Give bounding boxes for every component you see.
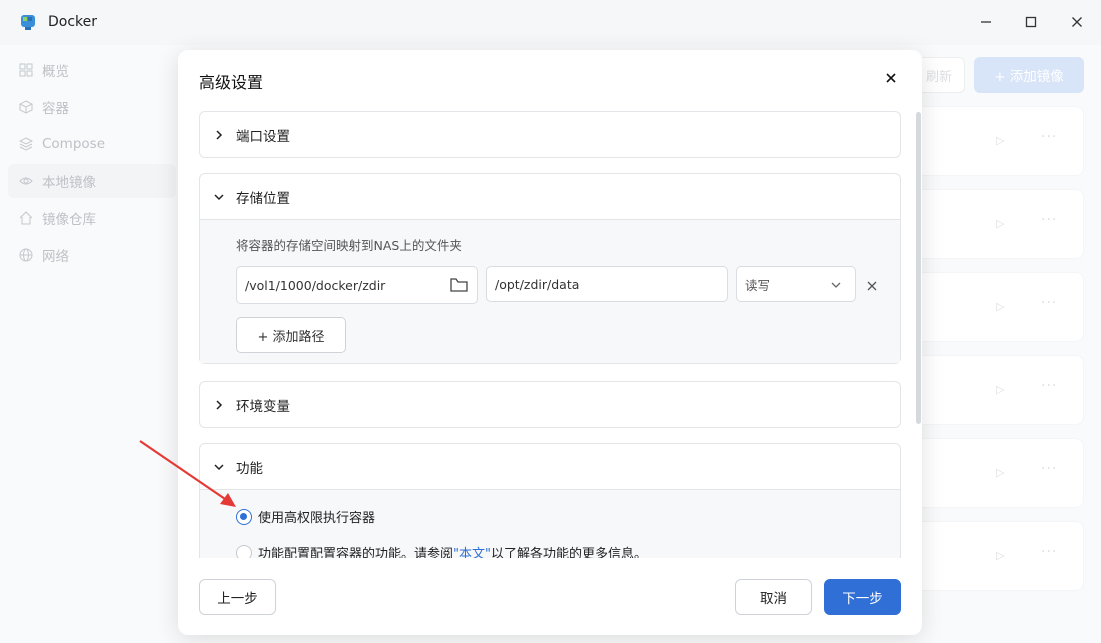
chevron-down-icon bbox=[214, 192, 224, 202]
section-title: 环境变量 bbox=[236, 398, 290, 415]
section-env: 环境变量 bbox=[199, 381, 901, 428]
container-path-value: /opt/zdir/data bbox=[495, 276, 580, 292]
privileged-label: 使用高权限执行容器 bbox=[258, 511, 376, 526]
chevron-down-icon bbox=[831, 282, 841, 288]
mode-select-value: 读写 bbox=[745, 277, 771, 293]
maximize-icon[interactable] bbox=[1020, 11, 1042, 33]
storage-hint: 将容器的存储空间映射到NAS上的文件夹 bbox=[236, 238, 462, 253]
section-features: 功能 使用高权限执行容器 功能配置配置容器的功能。请参阅 "本文" 以了解各功能的更… bbox=[199, 443, 901, 558]
title-bar: Docker bbox=[0, 0, 1101, 45]
section-storage-header[interactable]: 存储位置 bbox=[200, 174, 900, 219]
chevron-right-icon bbox=[214, 399, 224, 410]
section-title: 存储位置 bbox=[236, 190, 290, 207]
host-path-value: /vol1/1000/docker/zdir bbox=[245, 277, 386, 293]
capabilities-option[interactable]: 功能配置配置容器的功能。请参阅 "本文" 以了解各功能的更多信息。 bbox=[236, 543, 647, 558]
capabilities-radio[interactable] bbox=[236, 544, 252, 558]
folder-icon[interactable] bbox=[450, 277, 468, 293]
previous-step-button[interactable]: 上一步 bbox=[199, 579, 276, 615]
minimize-icon[interactable] bbox=[975, 11, 997, 33]
doc-link[interactable]: "本文" bbox=[453, 543, 491, 558]
close-icon[interactable] bbox=[882, 70, 900, 88]
dialog-title: 高级设置 bbox=[199, 73, 264, 92]
capabilities-label: 功能配置配置容器的功能。请参阅 bbox=[258, 547, 454, 558]
remove-path-icon[interactable] bbox=[867, 280, 877, 295]
host-path-field[interactable]: /vol1/1000/docker/zdir bbox=[236, 266, 478, 304]
section-ports-header[interactable]: 端口设置 bbox=[200, 112, 900, 157]
add-path-button[interactable]: + 添加路径 bbox=[236, 317, 346, 353]
chevron-right-icon bbox=[214, 129, 224, 140]
section-storage: 存储位置 将容器的存储空间映射到NAS上的文件夹 /vol1/1000/dock… bbox=[199, 173, 901, 364]
section-title: 端口设置 bbox=[236, 128, 290, 145]
next-step-button[interactable]: 下一步 bbox=[824, 579, 901, 615]
mode-select[interactable]: 读写 bbox=[736, 266, 856, 302]
advanced-settings-dialog: 高级设置 端口设置 存储位置 将容器的存储空间映射到NAS上的文件夹 /vol1… bbox=[178, 50, 922, 635]
close-window-icon[interactable] bbox=[1066, 11, 1088, 33]
privileged-radio[interactable] bbox=[236, 508, 252, 525]
dialog-scroll-area[interactable]: 端口设置 存储位置 将容器的存储空间映射到NAS上的文件夹 /vol1/1000… bbox=[178, 106, 922, 558]
container-path-field[interactable]: /opt/zdir/data bbox=[486, 266, 728, 302]
section-features-body: 使用高权限执行容器 功能配置配置容器的功能。请参阅 "本文" 以了解各功能的更多信息… bbox=[200, 489, 900, 558]
section-title: 功能 bbox=[236, 460, 263, 477]
docker-logo-icon bbox=[21, 15, 35, 30]
section-storage-body: 将容器的存储空间映射到NAS上的文件夹 /vol1/1000/docker/zd… bbox=[200, 219, 900, 363]
dialog-scrollbar[interactable] bbox=[916, 112, 921, 424]
chevron-down-icon bbox=[214, 462, 224, 472]
section-features-header[interactable]: 功能 bbox=[200, 444, 900, 489]
privileged-option[interactable]: 使用高权限执行容器 bbox=[236, 507, 375, 526]
section-env-header[interactable]: 环境变量 bbox=[200, 382, 900, 427]
window-title: Docker bbox=[48, 14, 98, 30]
capabilities-label-suffix: 以了解各功能的更多信息。 bbox=[490, 547, 647, 558]
section-ports: 端口设置 bbox=[199, 111, 901, 158]
cancel-button[interactable]: 取消 bbox=[735, 579, 812, 615]
